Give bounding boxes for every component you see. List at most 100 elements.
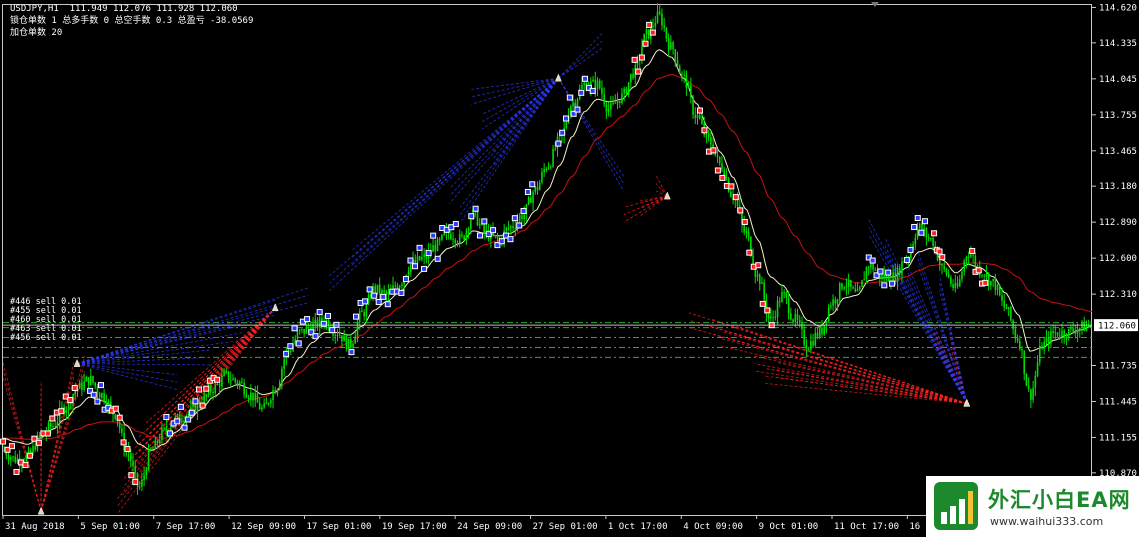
trade-marker xyxy=(907,247,914,254)
candle-body xyxy=(1074,331,1077,334)
trade-marker xyxy=(353,313,360,320)
candle-body xyxy=(276,389,279,394)
trade-marker xyxy=(555,140,562,147)
trade-marker xyxy=(490,227,497,234)
candle-body xyxy=(845,286,848,288)
trade-marker xyxy=(939,254,946,261)
candle-body xyxy=(1090,325,1092,327)
trade-marker xyxy=(931,230,938,237)
candle-body xyxy=(901,261,903,275)
candle-body xyxy=(894,272,897,283)
trade-marker xyxy=(741,218,748,225)
trade-marker xyxy=(329,327,336,334)
candle-body xyxy=(696,114,699,119)
candle-body xyxy=(270,400,272,404)
order-labels: #446 sell 0.01 #455 sell 0.01 #460 sell … xyxy=(10,298,82,343)
candle-body xyxy=(861,280,863,287)
candle-body xyxy=(534,186,537,193)
candle-body xyxy=(470,218,472,229)
candle-body xyxy=(416,256,419,263)
trade-marker xyxy=(348,349,355,356)
candle-body xyxy=(352,343,354,348)
trade-marker xyxy=(412,263,419,270)
trade-marker xyxy=(166,430,173,437)
candle-body xyxy=(141,479,143,487)
candle-body xyxy=(594,79,597,90)
trade-marker xyxy=(384,301,391,308)
candle-body xyxy=(612,102,614,104)
price-tick-label: 111.735 xyxy=(1099,361,1137,371)
candle-body xyxy=(950,277,952,285)
price-tick-label: 111.445 xyxy=(1099,397,1137,407)
trade-marker xyxy=(35,439,42,446)
candle-body xyxy=(1001,295,1003,301)
candle-body xyxy=(761,282,763,284)
candle-body xyxy=(858,286,861,290)
candle-body xyxy=(223,372,225,376)
candle-body xyxy=(785,292,788,298)
trade-marker xyxy=(128,472,135,479)
candle-body xyxy=(814,332,817,346)
candle-body xyxy=(1083,321,1086,332)
candle-body xyxy=(476,210,479,226)
trade-marker xyxy=(312,333,319,340)
candle-body xyxy=(1021,348,1023,351)
candle-body xyxy=(541,172,543,183)
trade-marker xyxy=(635,68,642,75)
candle-body xyxy=(450,233,452,239)
candle-body xyxy=(581,84,583,89)
trade-marker xyxy=(638,54,645,61)
candle-body xyxy=(958,279,961,287)
candle-body xyxy=(690,85,692,98)
candle-body xyxy=(418,256,421,260)
candle-body xyxy=(14,456,17,463)
candle-body xyxy=(161,428,163,441)
candle-body xyxy=(263,403,265,408)
candle-body xyxy=(361,310,363,312)
candle-body xyxy=(743,224,745,233)
candle-body xyxy=(387,291,390,295)
chart-shift-marker[interactable] xyxy=(871,2,879,7)
candle-body xyxy=(943,265,946,269)
candle-body xyxy=(816,332,819,337)
trade-marker xyxy=(112,405,119,412)
trade-marker xyxy=(425,250,432,257)
candle-body xyxy=(523,214,525,219)
candle-body xyxy=(803,329,805,345)
price-chart[interactable]: 114.620 114.335 114.045 113.755 113.465 113.1… xyxy=(0,0,1139,537)
position-summary: 锁仓单数 1 总多手数 0 总空手数 0.3 总盈亏 -38.0569 xyxy=(10,16,254,26)
candle-body xyxy=(1076,329,1079,334)
trade-marker xyxy=(196,386,203,393)
add-order-count: 加仓单数 20 xyxy=(10,28,63,38)
candle-body xyxy=(583,82,585,85)
candle-body xyxy=(721,163,723,170)
trade-marker xyxy=(98,382,105,389)
trade-marker xyxy=(922,218,929,225)
candle-body xyxy=(665,27,668,39)
trade-marker xyxy=(316,309,323,316)
candle-body xyxy=(647,29,650,39)
trade-marker xyxy=(481,218,488,225)
candle-body xyxy=(530,197,532,203)
candle-body xyxy=(985,273,988,277)
candle-body xyxy=(932,238,934,246)
candle-body xyxy=(1030,389,1032,400)
candle-body xyxy=(918,223,921,228)
candle-body xyxy=(998,285,1001,296)
candle-body xyxy=(421,256,423,260)
order-label[interactable]: #456 sell 0.01 xyxy=(10,334,82,343)
candle-body xyxy=(810,341,812,350)
candle-body xyxy=(521,215,523,219)
candle-body xyxy=(616,100,619,104)
candle-body xyxy=(745,231,748,233)
candle-body xyxy=(1005,307,1008,310)
candle-body xyxy=(250,392,252,399)
time-tick-label: 17 Sep 01:00 xyxy=(306,522,371,532)
candle-body xyxy=(132,460,134,466)
trade-marker xyxy=(407,257,414,264)
candle-body xyxy=(865,267,868,280)
candle-body xyxy=(834,299,837,304)
candle-body xyxy=(230,380,232,382)
candle-body xyxy=(796,314,799,320)
candle-body xyxy=(1050,331,1052,344)
